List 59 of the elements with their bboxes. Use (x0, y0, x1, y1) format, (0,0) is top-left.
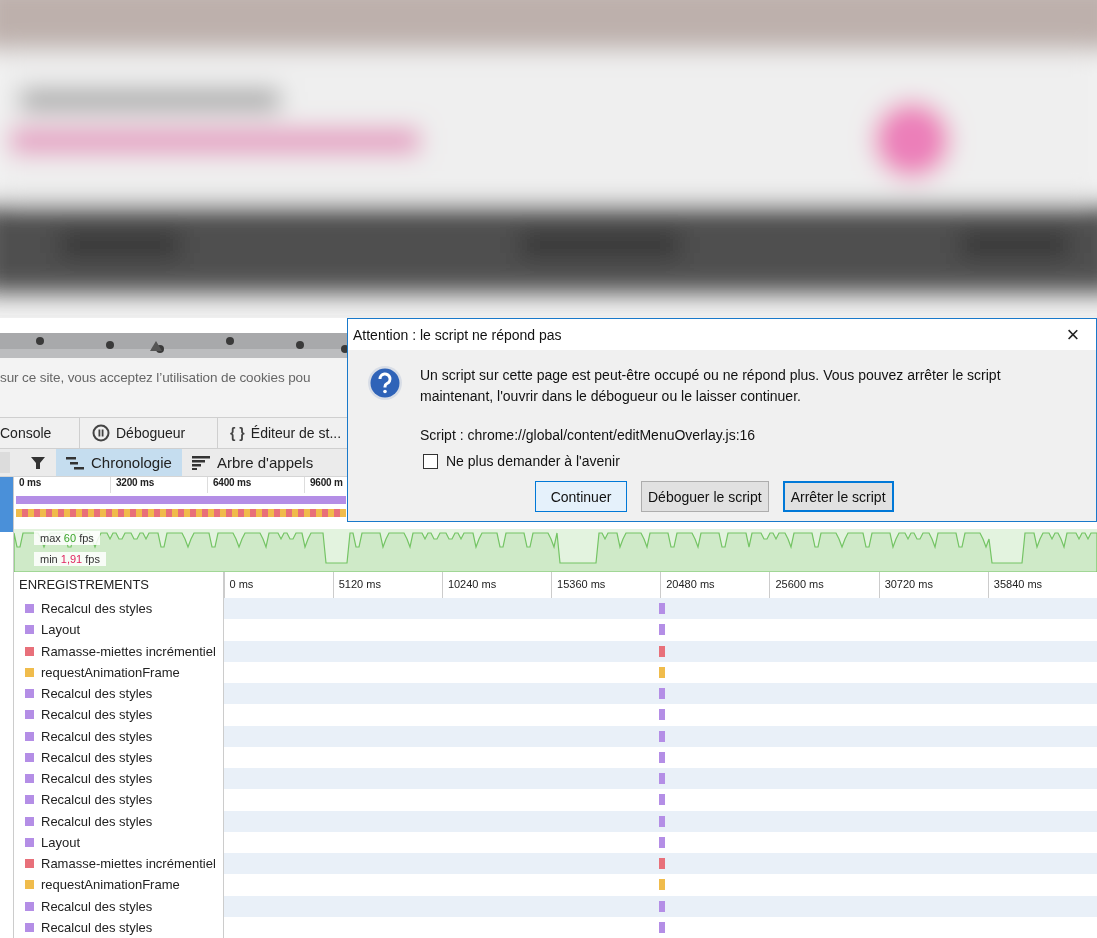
marker-name[interactable]: Recalcul des styles (41, 749, 153, 765)
script-path: Script : chrome://global/content/editMenuOverlay.js:16 (420, 427, 757, 443)
checkbox-label[interactable]: Ne plus demander à l'avenir (446, 453, 620, 469)
marker-name[interactable]: Recalcul des styles (41, 771, 153, 787)
marker-bar (658, 730, 665, 742)
checkbox[interactable] (423, 453, 438, 469)
marker-bar (658, 751, 665, 763)
waterfall-icon (66, 455, 84, 470)
fps-min-label: min 1,91 fps (34, 552, 106, 566)
dialog-button[interactable]: Arrêter le script (782, 481, 894, 512)
marker-name[interactable]: Recalcul des styles (41, 919, 153, 935)
question-icon (367, 365, 403, 401)
close-button[interactable]: × (1050, 319, 1096, 350)
marker-name[interactable]: Recalcul des styles (41, 601, 153, 617)
dialog-button[interactable]: Continuer (535, 481, 627, 512)
marker-bar (658, 624, 665, 636)
marker-bar (658, 688, 665, 699)
marker-bar (658, 900, 665, 912)
lines-icon (191, 455, 210, 470)
marker-bar (658, 666, 665, 678)
marker-name[interactable]: requestAnimationFrame (41, 664, 180, 680)
devtools-tab[interactable]: Débogueur (80, 417, 218, 448)
marker-bar (658, 879, 665, 891)
marker-name[interactable]: Recalcul des styles (41, 686, 153, 702)
dialog-message: Un script sur cette page est peut-être occupé ou ne répond plus. Vous pouvez arrêter le script maintenant, l'ouvrir dans le débogueur ou le laisser continuer. (420, 366, 1002, 406)
marker-name[interactable]: Layout (41, 834, 81, 850)
pause-icon (92, 423, 110, 442)
marker-bar (658, 603, 665, 614)
marker-bar (658, 794, 665, 806)
view-tab[interactable]: Chronologie (56, 448, 182, 477)
marker-bar (658, 773, 665, 784)
marker-bar (658, 921, 665, 933)
marker-name[interactable]: Ramasse-miettes incrémentiel (41, 856, 216, 872)
marker-bar (658, 836, 665, 848)
marker-bar (658, 709, 665, 721)
column-header: ENREGISTREMENTS (18, 576, 150, 594)
marker-bar (658, 645, 665, 657)
view-tab[interactable]: Arbre d'appels (181, 448, 324, 477)
marker-bar (658, 858, 665, 869)
devtools-tab[interactable]: Console (0, 417, 80, 448)
dialog-title: Attention : le script ne répond pas (353, 326, 562, 343)
marker-name[interactable]: requestAnimationFrame (41, 877, 180, 893)
filter-icon[interactable] (30, 454, 46, 471)
fps-max-label: max 60 fps (34, 531, 100, 545)
marker-name[interactable]: Recalcul des styles (41, 813, 153, 829)
marker-name[interactable]: Recalcul des styles (41, 707, 153, 723)
marker-name[interactable]: Layout (41, 622, 81, 638)
dialog-button[interactable]: Déboguer le script (641, 481, 769, 512)
braces-icon: { } (230, 424, 245, 441)
marker-bar (658, 815, 665, 827)
time-tick: 3200 ms (111, 477, 208, 494)
cookie-notice: sur ce site, vous acceptez l’utilisation de cookies pou (0, 369, 311, 385)
selection-strip (0, 477, 13, 533)
time-tick: 0 ms (14, 477, 111, 494)
marker-name[interactable]: Recalcul des styles (41, 898, 153, 914)
marker-name[interactable]: Recalcul des styles (41, 792, 153, 808)
time-tick: 6400 ms (208, 477, 305, 494)
marker-name[interactable]: Ramasse-miettes incrémentiel (41, 643, 216, 659)
marker-name[interactable]: Recalcul des styles (41, 728, 153, 744)
